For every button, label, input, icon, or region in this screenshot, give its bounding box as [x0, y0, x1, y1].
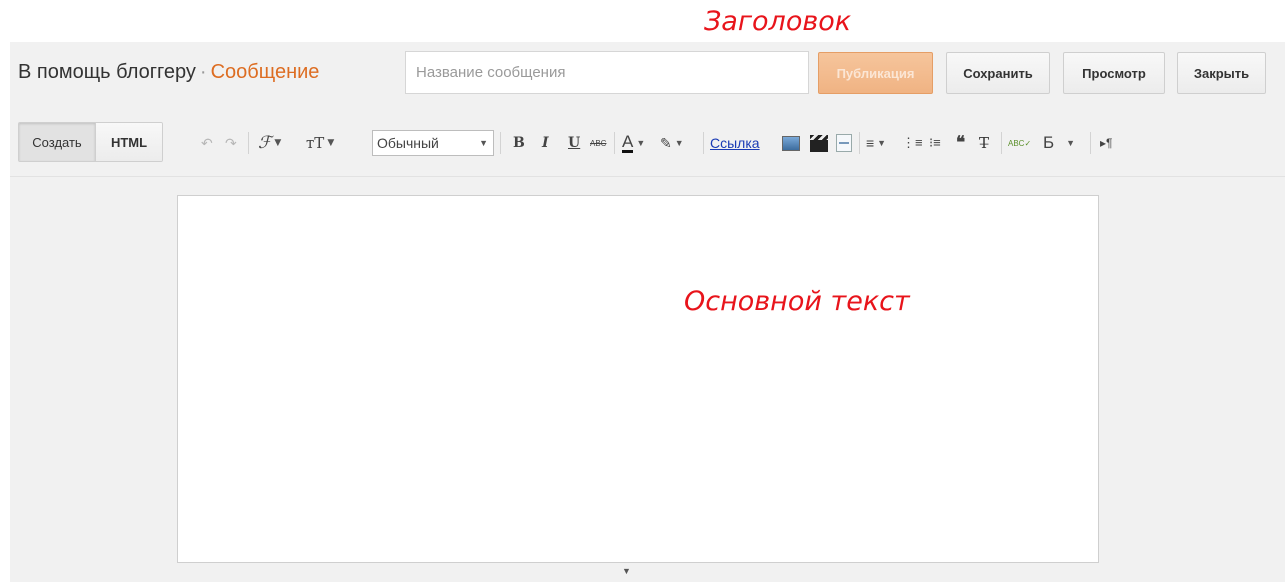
annotation-body-hint: Основной текст — [684, 286, 910, 317]
font-size-button[interactable]: тT ▼ — [306, 132, 334, 154]
text-size-icon: тT — [306, 134, 325, 152]
toolbar-divider — [248, 132, 249, 154]
bold-icon[interactable]: B — [513, 132, 525, 154]
insert-jump-break-button[interactable] — [836, 132, 852, 154]
chevron-down-icon: ▼ — [479, 138, 488, 148]
insert-video-button[interactable] — [810, 132, 828, 154]
editor-mode-toggle: Создать HTML — [18, 122, 163, 162]
chevron-down-icon: ▼ — [327, 138, 335, 148]
text-color-button[interactable]: A ▼ — [622, 132, 645, 154]
spellcheck-icon[interactable]: ABC✓ — [1008, 132, 1031, 154]
chevron-down-icon: ▼ — [274, 138, 282, 148]
bulleted-list-icon[interactable]: ⁝≡ — [929, 132, 941, 154]
save-button[interactable]: Сохранить — [946, 52, 1050, 94]
highlight-button[interactable]: ✎ ▼ — [660, 132, 684, 154]
toolbar-divider — [1090, 132, 1091, 154]
underline-icon[interactable]: U — [568, 132, 580, 154]
highlight-icon: ✎ — [660, 134, 672, 151]
post-title-input[interactable] — [405, 51, 809, 94]
align-icon: ≡ — [866, 135, 875, 151]
undo-icon[interactable]: ↶ — [201, 132, 213, 154]
jump-break-icon — [836, 134, 852, 152]
format-select-value: Обычный — [377, 135, 439, 151]
annotation-title-hint: Заголовок — [704, 6, 852, 37]
post-body-editor[interactable] — [177, 195, 1099, 563]
compose-mode-button[interactable]: Создать — [19, 123, 96, 161]
font-icon: ℱ — [258, 133, 272, 153]
preview-button[interactable]: Просмотр — [1063, 52, 1165, 94]
close-button[interactable]: Закрыть — [1177, 52, 1266, 94]
breadcrumb-separator: · — [199, 61, 207, 83]
blog-name[interactable]: В помощь блоггеру — [18, 61, 196, 83]
numbered-list-icon[interactable]: ⋮≡ — [902, 132, 923, 154]
redo-icon[interactable]: ↷ — [225, 132, 237, 154]
chevron-down-icon: ▼ — [674, 138, 684, 148]
ltr-icon[interactable]: ▸¶ — [1100, 132, 1112, 154]
transliterate-button[interactable]: Б ▼ — [1043, 132, 1075, 154]
strikethrough-icon[interactable]: ABC — [590, 132, 606, 154]
insert-image-button[interactable] — [782, 132, 800, 154]
resize-handle-icon[interactable]: ▼ — [622, 566, 631, 576]
image-icon — [782, 135, 800, 151]
text-color-icon: A — [622, 131, 634, 153]
section-title: Сообщение — [210, 61, 320, 83]
editor-toolbar: Создать HTML ↶ ↷ ℱ ▼ тT ▼ Обычный ▼ B I U … — [10, 110, 1285, 177]
transliterate-icon: Б — [1043, 133, 1055, 152]
breadcrumb: В помощь блоггеру · Сообщение — [18, 61, 319, 84]
chevron-down-icon: ▼ — [636, 138, 646, 148]
toolbar-divider — [703, 132, 704, 154]
publish-button[interactable]: Публикация — [818, 52, 933, 94]
alignment-button[interactable]: ≡ ▼ — [866, 132, 886, 154]
quote-icon[interactable]: ❝ — [956, 132, 965, 154]
remove-formatting-icon[interactable]: T̶ — [979, 132, 989, 154]
post-header-bar: В помощь блоггеру·Сообщение Публикация С… — [10, 42, 1285, 111]
link-button[interactable]: Ссылка — [710, 132, 760, 154]
italic-icon[interactable]: I — [542, 132, 549, 154]
video-icon — [810, 134, 828, 152]
format-select[interactable]: Обычный ▼ — [372, 130, 494, 156]
toolbar-divider — [614, 132, 615, 154]
toolbar-divider — [500, 132, 501, 154]
chevron-down-icon: ▼ — [877, 138, 887, 148]
toolbar-divider — [1001, 132, 1002, 154]
editor-area: ▼ — [10, 177, 1285, 582]
chevron-down-icon: ▼ — [1066, 138, 1076, 148]
font-family-button[interactable]: ℱ ▼ — [258, 132, 281, 154]
html-mode-button[interactable]: HTML — [96, 123, 162, 161]
toolbar-divider — [859, 132, 860, 154]
